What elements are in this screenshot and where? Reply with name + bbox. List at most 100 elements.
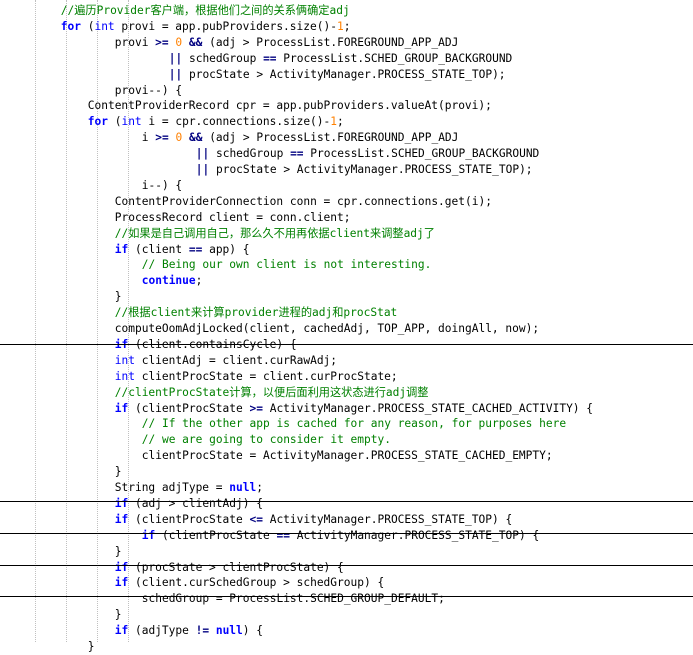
code-token: null	[215, 624, 243, 638]
code-separator	[0, 596, 693, 597]
code-token: int	[114, 369, 135, 383]
code-token: ActivityManager.PROCESS_STATE_CACHED_ACT…	[262, 401, 594, 415]
code-line: for (int provi = app.pubProviders.size()…	[0, 19, 693, 35]
code-token: int	[114, 353, 135, 367]
code-line: int clientAdj = client.curRawAdj;	[0, 353, 693, 369]
code-line: }	[0, 464, 693, 480]
code-line: //如果是自己调用自己，那么久不用再依据client来调整adj了	[0, 226, 693, 242]
code-token: ProcessList.SCHED_GROUP_BACKGROUND	[276, 51, 513, 65]
code-token: if	[114, 560, 129, 574]
code-token: &&	[188, 131, 203, 145]
code-line: // we are going to consider it empty.	[0, 432, 693, 448]
code-separator	[0, 533, 693, 534]
code-token: procState > ActivityManager.PROCESS_STAT…	[182, 67, 506, 81]
code-line: schedGroup = ProcessList.SCHED_GROUP_DEF…	[0, 591, 693, 607]
code-line: clientProcState = ActivityManager.PROCES…	[0, 448, 693, 464]
code-line: int clientProcState = client.curProcStat…	[0, 369, 693, 385]
code-line: if (client == app) {	[0, 242, 693, 258]
code-token: }	[114, 290, 122, 304]
code-line: || procState > ActivityManager.PROCESS_S…	[0, 162, 693, 178]
code-line: //clientProcState计算，以便后面利用这状态进行adj调整	[0, 385, 693, 401]
code-token: (	[80, 19, 95, 33]
code-token: computeOomAdjLocked(client, cachedAdj, T…	[114, 322, 540, 335]
code-token: ;	[256, 481, 263, 494]
code-token: (clientProcState	[155, 528, 277, 542]
code-line: //遍历Provider客户端，根据他们之间的关系俩确定adj	[0, 3, 693, 19]
code-line: i--) {	[0, 178, 693, 194]
code-token: //根据client来计算provider进程的adj和procStat	[114, 306, 398, 320]
code-line: if (clientProcState >= ActivityManager.P…	[0, 401, 693, 417]
code-token: procState > ActivityManager.PROCESS_STAT…	[209, 163, 533, 176]
code-token: }	[114, 465, 122, 479]
code-token: &&	[188, 35, 203, 49]
code-token: (adj > clientAdj) {	[128, 496, 263, 510]
code-separator	[0, 565, 693, 566]
code-token: provi = app.pubProviders.size()-	[114, 19, 337, 33]
code-token: schedGroup = ProcessList.SCHED_GROUP_DEF…	[141, 592, 445, 606]
code-line: // Being our own client is not interesti…	[0, 257, 693, 273]
code-token: ) {	[242, 624, 263, 638]
code-token: (procState > clientProcState) {	[128, 560, 344, 574]
code-separator	[0, 501, 693, 502]
code-line: if (clientProcState == ActivityManager.P…	[0, 528, 693, 544]
code-token: ActivityManager.PROCESS_STATE_TOP) {	[289, 528, 540, 542]
code-token: String adjType =	[114, 481, 230, 494]
code-token: ContentProviderConnection conn = cpr.con…	[114, 194, 492, 208]
code-line: String adjType = null;	[0, 480, 693, 496]
code-token: null	[229, 481, 257, 494]
code-token: provi	[114, 35, 156, 49]
code-line: ProcessRecord client = conn.client;	[0, 210, 693, 226]
code-token: //遍历Provider客户端，根据他们之间的关系俩确定adj	[60, 4, 350, 17]
code-token: int	[94, 19, 115, 33]
code-token: clientAdj = client.curRawAdj;	[134, 353, 338, 367]
code-line: for (int i = cpr.connections.size()-1;	[0, 114, 693, 130]
code-token: (adj > ProcessList.FOREGROUND_APP_ADJ	[202, 131, 459, 145]
code-token: !=	[195, 624, 210, 638]
code-token: clientProcState = ActivityManager.PROCES…	[141, 449, 553, 463]
code-token: }	[114, 544, 122, 558]
code-token: 1	[330, 115, 338, 129]
code-line: provi >= 0 && (adj > ProcessList.FOREGRO…	[0, 35, 693, 51]
code-line: if (clientProcState <= ActivityManager.P…	[0, 512, 693, 528]
code-line: || schedGroup == ProcessList.SCHED_GROUP…	[0, 146, 693, 162]
code-token: if	[114, 512, 129, 526]
code-token: continue	[141, 274, 196, 288]
code-editor[interactable]: //遍历Provider客户端，根据他们之间的关系俩确定adj for (int …	[0, 0, 693, 653]
code-token: clientProcState = client.curProcState;	[134, 369, 398, 383]
code-token: ||	[195, 163, 210, 176]
code-token: if	[114, 576, 129, 590]
code-line: // If the other app is cached for any re…	[0, 416, 693, 432]
code-token: schedGroup	[209, 147, 291, 161]
code-line: if (client.curSchedGroup > schedGroup) {	[0, 575, 693, 591]
code-token: 1	[336, 19, 344, 33]
code-token: ProcessList.SCHED_GROUP_BACKGROUND	[303, 147, 540, 161]
code-line: provi--) {	[0, 83, 693, 99]
code-line: }	[0, 639, 693, 655]
code-token: (adjType	[128, 624, 196, 638]
code-token: if	[114, 242, 129, 256]
code-token: (client	[128, 242, 189, 256]
code-token: }	[114, 608, 122, 622]
code-token: >=	[155, 131, 169, 145]
code-token: // If the other app is cached for any re…	[141, 417, 567, 431]
code-line: if (adjType != null) {	[0, 623, 693, 639]
code-line: computeOomAdjLocked(client, cachedAdj, T…	[0, 321, 693, 337]
code-line: continue;	[0, 273, 693, 289]
code-line: }	[0, 289, 693, 305]
code-token: if	[114, 496, 129, 510]
code-token: schedGroup	[182, 51, 264, 65]
code-line: }	[0, 544, 693, 560]
code-token: //如果是自己调用自己，那么久不用再依据client来调整adj了	[114, 226, 435, 240]
code-token: ;	[195, 274, 203, 288]
code-token: if	[114, 624, 129, 638]
code-line: if (procState > clientProcState) {	[0, 560, 693, 576]
code-token: app) {	[202, 242, 250, 256]
code-token: int	[121, 115, 142, 129]
code-token: (client.curSchedGroup > schedGroup) {	[128, 576, 385, 590]
code-token: provi--) {	[114, 83, 183, 97]
code-token: i--) {	[141, 178, 183, 192]
code-line: i >= 0 && (adj > ProcessList.FOREGROUND_…	[0, 130, 693, 146]
code-token: for	[60, 19, 81, 33]
